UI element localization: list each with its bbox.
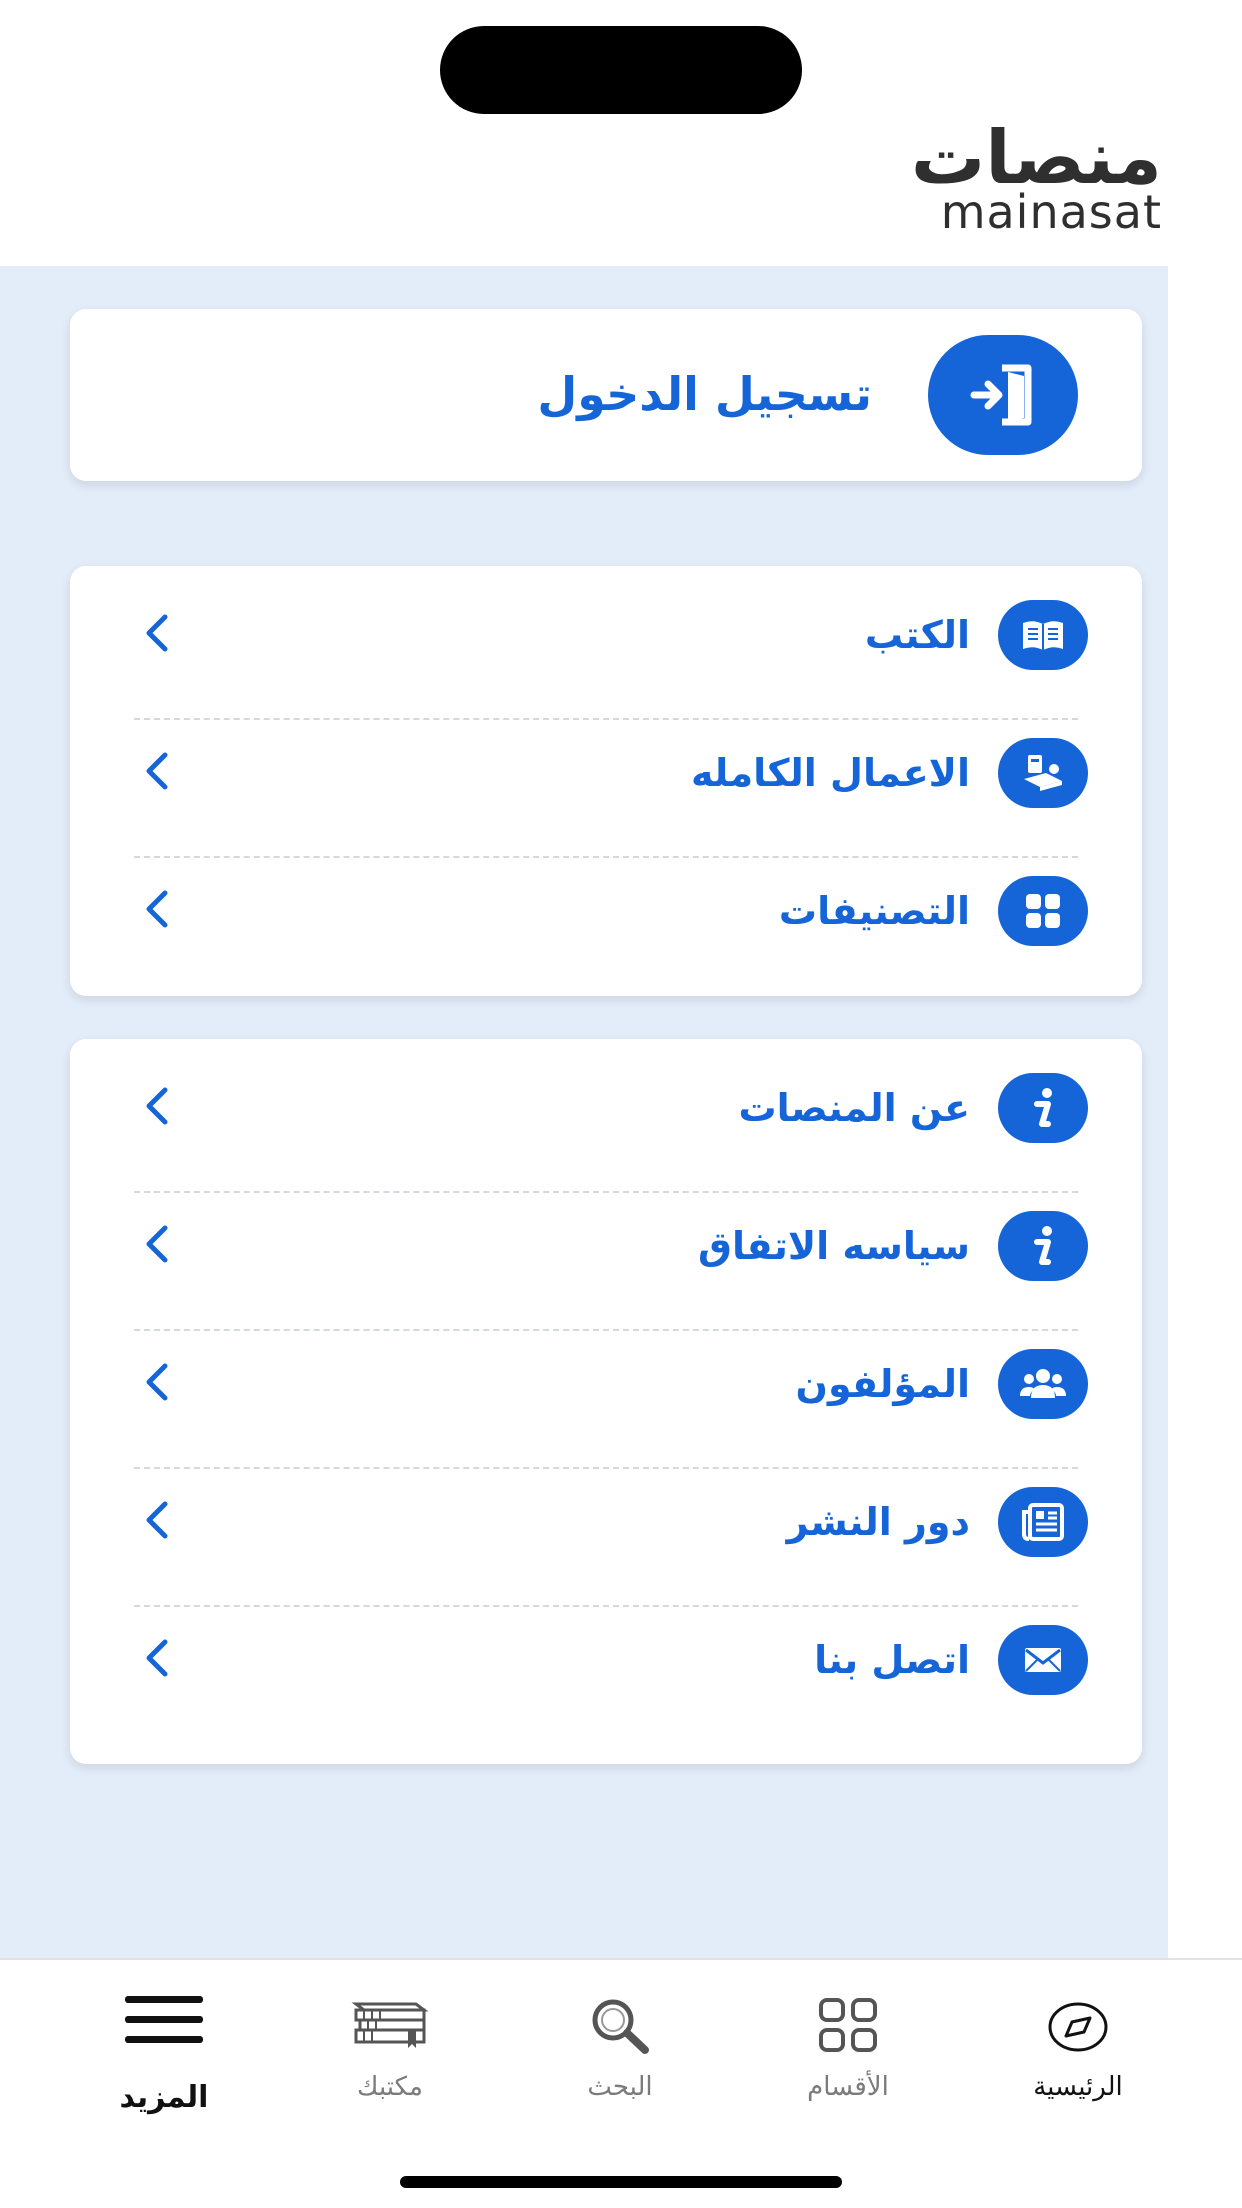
tab-label: الأقسام: [807, 2072, 889, 2102]
brand-logo: منصات mainasat: [862, 118, 1162, 239]
hamburger-menu-icon: [123, 1994, 205, 2050]
book-icon: [998, 600, 1088, 670]
login-icon: [928, 335, 1078, 455]
menu-item-authors[interactable]: المؤلفون: [70, 1315, 1142, 1453]
tab-search[interactable]: البحث: [520, 1960, 720, 2130]
tab-my-library[interactable]: مكتبك: [290, 1960, 490, 2130]
menu-item-label: اتصل بنا: [814, 1638, 970, 1682]
chevron-left-icon: [134, 1219, 178, 1269]
bottom-tab-bar: الرئيسية الأقسام البحث مكتبك المزيد: [0, 1958, 1242, 2208]
chevron-left-icon: [134, 1495, 178, 1545]
publishers-newspaper-icon: [998, 1487, 1088, 1557]
brand-name-english: mainasat: [940, 185, 1162, 239]
menu-item-label: التصنيفات: [778, 889, 970, 933]
menu-item-agreement-policy[interactable]: سياسه الاتفاق: [70, 1177, 1142, 1315]
chevron-left-icon: [134, 1357, 178, 1407]
login-label: تسجيل الدخول: [537, 367, 872, 421]
tab-more[interactable]: المزيد: [64, 1960, 264, 2130]
tab-label: الرئيسية: [1033, 2072, 1123, 2102]
menu-item-about[interactable]: عن المنصات: [70, 1039, 1142, 1177]
menu-item-publishers[interactable]: دور النشر: [70, 1453, 1142, 1591]
home-indicator: [400, 2176, 842, 2188]
envelope-icon: [998, 1625, 1088, 1695]
chevron-left-icon: [134, 884, 178, 934]
tab-label: مكتبك: [357, 2072, 423, 2102]
info-icon: [998, 1073, 1088, 1143]
tab-label: المزيد: [119, 2080, 209, 2115]
menu-item-label: دور النشر: [786, 1500, 970, 1544]
authors-group-icon: [998, 1349, 1088, 1419]
menu-item-label: سياسه الاتفاق: [698, 1224, 970, 1268]
tab-sections[interactable]: الأقسام: [748, 1960, 948, 2130]
chevron-left-icon: [134, 1081, 178, 1131]
dynamic-island: [440, 26, 802, 114]
menu-item-label: المؤلفون: [795, 1362, 970, 1406]
complete-works-icon: [998, 738, 1088, 808]
chevron-left-icon: [134, 608, 178, 658]
compass-icon: [1046, 2000, 1110, 2058]
tab-label: البحث: [587, 2072, 653, 2102]
login-button[interactable]: تسجيل الدخول: [70, 309, 1142, 481]
menu-item-contact-us[interactable]: اتصل بنا: [70, 1591, 1142, 1729]
chevron-left-icon: [134, 746, 178, 796]
menu-item-books[interactable]: الكتب: [70, 566, 1142, 704]
tab-home[interactable]: الرئيسية: [978, 1960, 1178, 2130]
main-menu-card: الكتب الاعمال الكامله التصنيفات: [70, 566, 1142, 996]
library-books-icon: [350, 1996, 430, 2054]
menu-item-label: الاعمال الكامله: [691, 751, 970, 795]
categories-grid-icon: [998, 876, 1088, 946]
search-icon: [587, 1996, 653, 2060]
sections-grid-icon: [817, 1996, 879, 2060]
chevron-left-icon: [134, 1633, 178, 1683]
menu-item-label: عن المنصات: [738, 1086, 970, 1130]
menu-item-categories[interactable]: التصنيفات: [70, 842, 1142, 980]
menu-item-label: الكتب: [864, 613, 970, 657]
info-menu-card: عن المنصات سياسه الاتفاق المؤلفون دور ال…: [70, 1039, 1142, 1764]
menu-item-complete-works[interactable]: الاعمال الكامله: [70, 704, 1142, 842]
info-icon: [998, 1211, 1088, 1281]
